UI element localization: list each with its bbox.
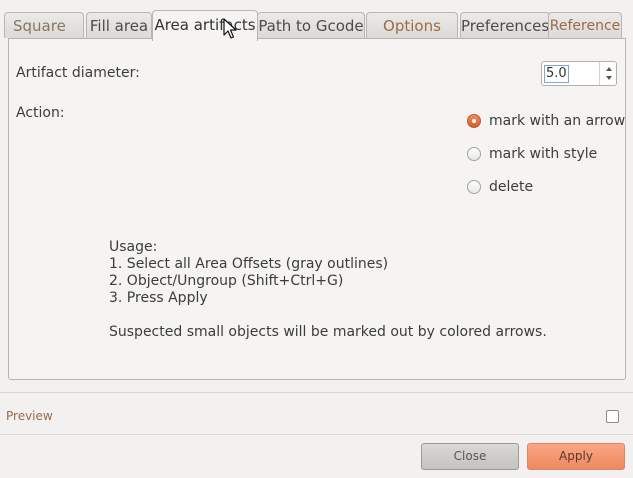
tab-square-label: Square (13, 17, 66, 35)
spin-up-icon[interactable] (606, 67, 612, 71)
close-button[interactable]: Close (421, 443, 519, 470)
extension-dialog: Square Fill area Area artifacts Path to … (0, 0, 633, 478)
tab-options[interactable]: Options (366, 12, 458, 38)
tab-area-artifacts-label: Area artifacts (154, 16, 256, 34)
radio-mark-with-arrow-label: mark with an arrow (489, 113, 626, 129)
radio-unchecked-icon[interactable] (467, 180, 481, 194)
artifact-diameter-label: Artifact diameter: (16, 65, 140, 81)
preview-label: Preview (6, 409, 53, 423)
tab-options-label: Options (383, 17, 441, 35)
usage-gap (109, 307, 547, 324)
tab-bar: Square Fill area Area artifacts Path to … (0, 10, 633, 41)
tab-fill-area[interactable]: Fill area (86, 12, 152, 38)
usage-note: Suspected small objects will be marked o… (109, 324, 547, 340)
usage-step-2: 2. Object/Ungroup (Shift+Ctrl+G) (109, 273, 344, 289)
artifact-diameter-spinner[interactable]: 5.0 (541, 61, 617, 86)
separator (0, 434, 633, 435)
radio-mark-with-arrow[interactable]: mark with an arrow (467, 111, 625, 131)
tab-reference[interactable]: Reference (548, 12, 622, 38)
preview-checkbox[interactable] (606, 410, 619, 423)
radio-mark-with-style-label: mark with style (489, 146, 598, 162)
tab-area-artifacts[interactable]: Area artifacts (152, 10, 258, 41)
tab-preferences[interactable]: Preferences (460, 12, 550, 38)
usage-heading: Usage: (109, 239, 158, 255)
separator (0, 392, 633, 393)
tab-preferences-label: Preferences (461, 17, 550, 35)
usage-step-1: 1. Select all Area Offsets (gray outline… (109, 256, 389, 272)
tab-reference-label: Reference (549, 18, 621, 34)
radio-delete-label: delete (489, 179, 534, 195)
radio-checked-icon[interactable] (467, 114, 481, 128)
mouse-pointer-icon (223, 18, 237, 39)
spinner-buttons (599, 62, 616, 85)
tab-fill-area-label: Fill area (89, 17, 149, 35)
usage-text: Usage: 1. Select all Area Offsets (gray … (109, 239, 547, 341)
tab-path-to-gcode[interactable]: Path to Gcode (257, 12, 365, 38)
area-artifacts-panel: Artifact diameter: 5.0 Action: mark with… (8, 38, 626, 380)
tab-path-to-gcode-label: Path to Gcode (258, 17, 364, 35)
apply-button[interactable]: Apply (527, 443, 625, 470)
usage-step-3: 3. Press Apply (109, 290, 208, 306)
radio-unchecked-icon[interactable] (467, 147, 481, 161)
tab-square[interactable]: Square (4, 12, 84, 38)
artifact-diameter-value[interactable]: 5.0 (544, 65, 569, 83)
radio-mark-with-style[interactable]: mark with style (467, 144, 597, 164)
spin-down-icon[interactable] (606, 76, 612, 80)
action-label: Action: (16, 105, 65, 121)
radio-delete[interactable]: delete (467, 177, 533, 197)
